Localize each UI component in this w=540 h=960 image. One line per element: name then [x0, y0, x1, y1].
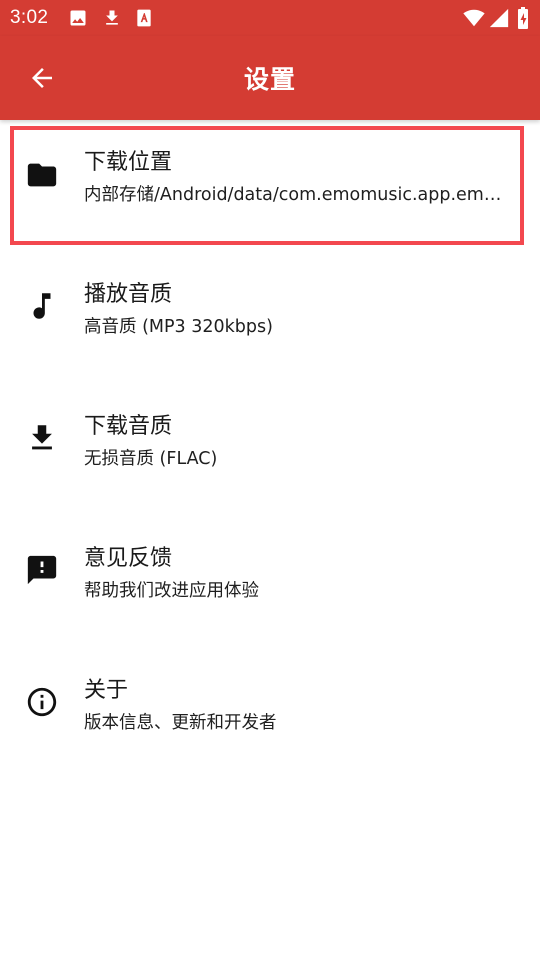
status-bar: 3:02: [0, 0, 540, 36]
settings-item-subtitle: 版本信息、更新和开发者: [84, 713, 277, 733]
battery-charging-icon: [516, 6, 530, 34]
settings-item-title: 下载位置: [84, 150, 173, 175]
signal-icon: [488, 7, 510, 33]
wifi-icon: [462, 7, 486, 33]
settings-item-feedback[interactable]: 意见反馈 帮助我们改进应用体验: [0, 516, 540, 648]
settings-item-download-quality[interactable]: 下载音质 无损音质 (FLAC): [0, 384, 540, 516]
settings-item-subtitle: 帮助我们改进应用体验: [84, 581, 259, 601]
feedback-icon: [25, 553, 59, 587]
settings-item-subtitle: 内部存储/Android/data/com.emomusic.app.emo…: [84, 185, 504, 205]
settings-list: 下载位置 内部存储/Android/data/com.emomusic.app.…: [0, 120, 540, 780]
settings-item-title: 关于: [84, 678, 129, 703]
info-icon: [25, 685, 59, 719]
settings-item-playback-quality[interactable]: 播放音质 高音质 (MP3 320kbps): [0, 252, 540, 384]
settings-item-about[interactable]: 关于 版本信息、更新和开发者: [0, 648, 540, 780]
status-time: 3:02: [10, 7, 49, 28]
settings-item-title: 播放音质: [84, 282, 173, 307]
app-bar: 设置: [0, 36, 540, 120]
settings-item-title: 意见反馈: [84, 546, 173, 571]
image-icon: [68, 8, 88, 32]
settings-item-subtitle: 高音质 (MP3 320kbps): [84, 317, 273, 337]
download-icon: [102, 8, 122, 32]
settings-item-subtitle: 无损音质 (FLAC): [84, 449, 218, 469]
folder-icon: [25, 158, 59, 192]
text-recognition-icon: [134, 8, 154, 32]
download-icon: [25, 421, 59, 455]
settings-item-download-location[interactable]: 下载位置 内部存储/Android/data/com.emomusic.app.…: [0, 120, 540, 252]
settings-item-title: 下载音质: [84, 414, 173, 439]
music-note-icon: [25, 289, 59, 323]
page-title: 设置: [243, 65, 296, 94]
